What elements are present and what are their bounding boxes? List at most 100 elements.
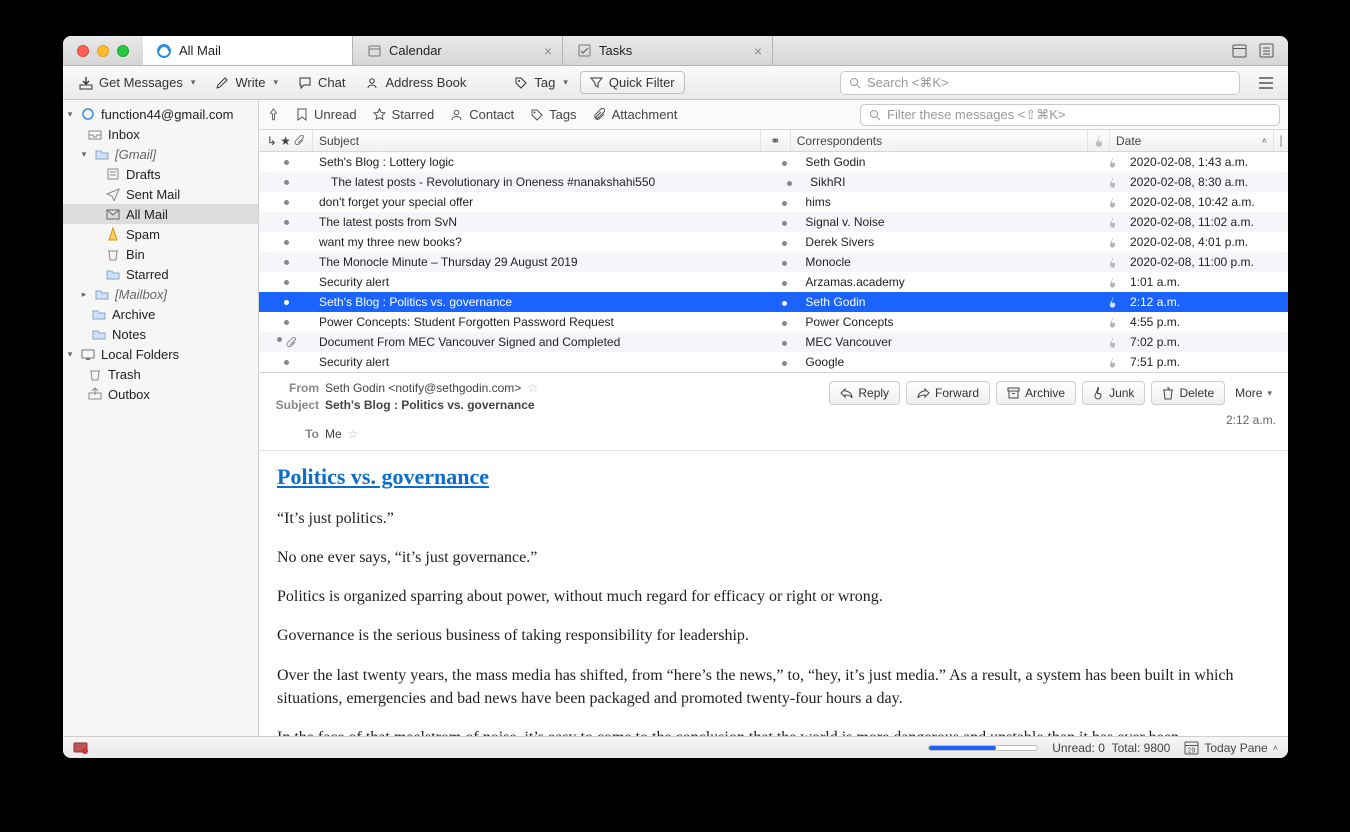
- trash-icon: [105, 246, 121, 262]
- trash-icon: [1162, 387, 1174, 400]
- folder-icon: [94, 286, 110, 302]
- app-menu-button[interactable]: [1252, 72, 1280, 94]
- message-row[interactable]: want my three new books?Derek Sivers2020…: [259, 232, 1288, 252]
- message-row[interactable]: The latest posts - Revolutionary in Onen…: [259, 172, 1288, 192]
- drafts-node[interactable]: Drafts: [63, 164, 258, 184]
- inbox-node[interactable]: Inbox: [63, 124, 258, 144]
- body-paragraph: In the face of that maelstrom of noise, …: [277, 726, 1270, 736]
- chevron-down-icon[interactable]: ▾: [561, 77, 568, 88]
- message-time: 2:12 a.m.: [271, 413, 1276, 427]
- column-headers: ↳★ Subject ⚭ Correspondents Date˄: [259, 130, 1288, 152]
- quick-filter-button[interactable]: Quick Filter: [580, 71, 685, 94]
- message-row[interactable]: Security alertGoogle7:51 p.m.: [259, 352, 1288, 372]
- today-pane-button[interactable]: 29 Today Pane ˄: [1184, 740, 1278, 755]
- trash-node[interactable]: Trash: [63, 364, 258, 384]
- activity-icon[interactable]: [73, 741, 88, 754]
- tab-label: Calendar: [389, 43, 442, 58]
- write-button[interactable]: Write▾: [207, 71, 286, 94]
- account-node[interactable]: ▾function44@gmail.com: [63, 104, 258, 124]
- svg-text:29: 29: [1188, 748, 1196, 755]
- chevron-down-icon[interactable]: ▾: [271, 77, 278, 88]
- chevron-down-icon[interactable]: ▾: [189, 77, 196, 88]
- get-messages-button[interactable]: Get Messages▾: [71, 71, 203, 94]
- notes-node[interactable]: Notes: [63, 324, 258, 344]
- close-window-button[interactable]: [77, 45, 89, 57]
- window-controls: [63, 36, 143, 65]
- calendar-icon: 29: [1184, 740, 1199, 755]
- local-icon: [80, 346, 96, 362]
- tab-calendar[interactable]: Calendar ×: [353, 36, 563, 65]
- subject-value: Seth's Blog : Politics vs. governance: [325, 398, 535, 412]
- sent-node[interactable]: Sent Mail: [63, 184, 258, 204]
- paperclip-icon: [593, 108, 606, 121]
- message-row[interactable]: Seth's Blog : Politics vs. governanceSet…: [259, 292, 1288, 312]
- address-book-button[interactable]: Address Book: [357, 71, 474, 94]
- calendar-toggle-icon[interactable]: [1232, 43, 1247, 58]
- tags-filter-button[interactable]: Tags: [530, 107, 576, 122]
- folder-icon: [91, 326, 107, 342]
- flag-columns[interactable]: ↳★: [259, 130, 313, 151]
- forward-icon: [917, 388, 930, 399]
- date-column[interactable]: Date˄: [1110, 130, 1274, 151]
- contact-filter-button[interactable]: Contact: [450, 107, 514, 122]
- gmail-node[interactable]: ▾[Gmail]: [63, 144, 258, 164]
- column-picker-button[interactable]: [1274, 130, 1288, 151]
- reply-button[interactable]: Reply: [829, 381, 900, 405]
- message-row[interactable]: The Monocle Minute – Thursday 29 August …: [259, 252, 1288, 272]
- close-tab-button[interactable]: ×: [754, 43, 762, 59]
- folder-icon: [91, 306, 107, 322]
- filter-messages-input[interactable]: Filter these messages <⇧⌘K>: [860, 104, 1280, 126]
- chat-button[interactable]: Chat: [290, 71, 353, 94]
- message-row[interactable]: Seth's Blog : Lottery logicSeth Godin202…: [259, 152, 1288, 172]
- unread-filter-button[interactable]: Unread: [296, 107, 357, 122]
- from-value: Seth Godin <notify@sethgodin.com>: [325, 381, 521, 395]
- forward-button[interactable]: Forward: [906, 381, 990, 405]
- spam-node[interactable]: Spam: [63, 224, 258, 244]
- message-row[interactable]: don't forget your special offerhims2020-…: [259, 192, 1288, 212]
- total-count: Total: 9800: [1112, 741, 1171, 755]
- pin-filter-button[interactable]: [267, 108, 280, 121]
- download-icon: [79, 76, 93, 90]
- mailbox-node[interactable]: ▸[Mailbox]: [63, 284, 258, 304]
- bin-node[interactable]: Bin: [63, 244, 258, 264]
- star-icon[interactable]: ☆: [348, 427, 359, 441]
- search-icon: [869, 109, 881, 121]
- body-paragraph: Governance is the serious business of ta…: [277, 624, 1270, 647]
- tasks-toggle-icon[interactable]: [1259, 43, 1274, 58]
- subject-column[interactable]: Subject: [313, 130, 761, 151]
- message-row[interactable]: Power Concepts: Student Forgotten Passwo…: [259, 312, 1288, 332]
- star-icon[interactable]: ☆: [527, 381, 538, 395]
- delete-button[interactable]: Delete: [1151, 381, 1225, 405]
- funnel-icon: [590, 76, 603, 89]
- starred-node[interactable]: Starred: [63, 264, 258, 284]
- paperclip-icon: [294, 135, 304, 146]
- local-folders-node[interactable]: ▾Local Folders: [63, 344, 258, 364]
- starred-filter-button[interactable]: Starred: [373, 107, 435, 122]
- zoom-window-button[interactable]: [117, 45, 129, 57]
- tab-all-mail[interactable]: All Mail: [143, 36, 353, 65]
- tag-button[interactable]: Tag▾: [506, 71, 576, 94]
- attachment-filter-button[interactable]: Attachment: [593, 107, 678, 122]
- message-header: Reply Forward Archive Junk Delete More▾ …: [259, 373, 1288, 451]
- close-tab-button[interactable]: ×: [544, 43, 552, 59]
- message-row[interactable]: The latest posts from SvNSignal v. Noise…: [259, 212, 1288, 232]
- tab-tasks[interactable]: Tasks ×: [563, 36, 773, 65]
- article-title[interactable]: Politics vs. governance: [277, 461, 1270, 493]
- message-row[interactable]: Security alertArzamas.academy1:01 a.m.: [259, 272, 1288, 292]
- junk-button[interactable]: Junk: [1082, 381, 1145, 405]
- spam-icon: [105, 226, 121, 242]
- minimize-window-button[interactable]: [97, 45, 109, 57]
- titlebar: All Mail Calendar × Tasks ×: [63, 36, 1288, 66]
- archive-node[interactable]: Archive: [63, 304, 258, 324]
- correspondents-column[interactable]: Correspondents: [791, 130, 1088, 151]
- message-row[interactable]: Document From MEC Vancouver Signed and C…: [259, 332, 1288, 352]
- calendar-icon: [367, 44, 381, 58]
- archive-button[interactable]: Archive: [996, 381, 1076, 405]
- all-mail-node[interactable]: All Mail: [63, 204, 258, 224]
- link-column[interactable]: ⚭: [761, 130, 791, 151]
- more-button[interactable]: More▾: [1231, 381, 1276, 405]
- outbox-node[interactable]: Outbox: [63, 384, 258, 404]
- flame-column[interactable]: [1088, 130, 1110, 151]
- search-input[interactable]: Search <⌘K>: [840, 71, 1240, 95]
- main-toolbar: Get Messages▾ Write▾ Chat Address Book T…: [63, 66, 1288, 100]
